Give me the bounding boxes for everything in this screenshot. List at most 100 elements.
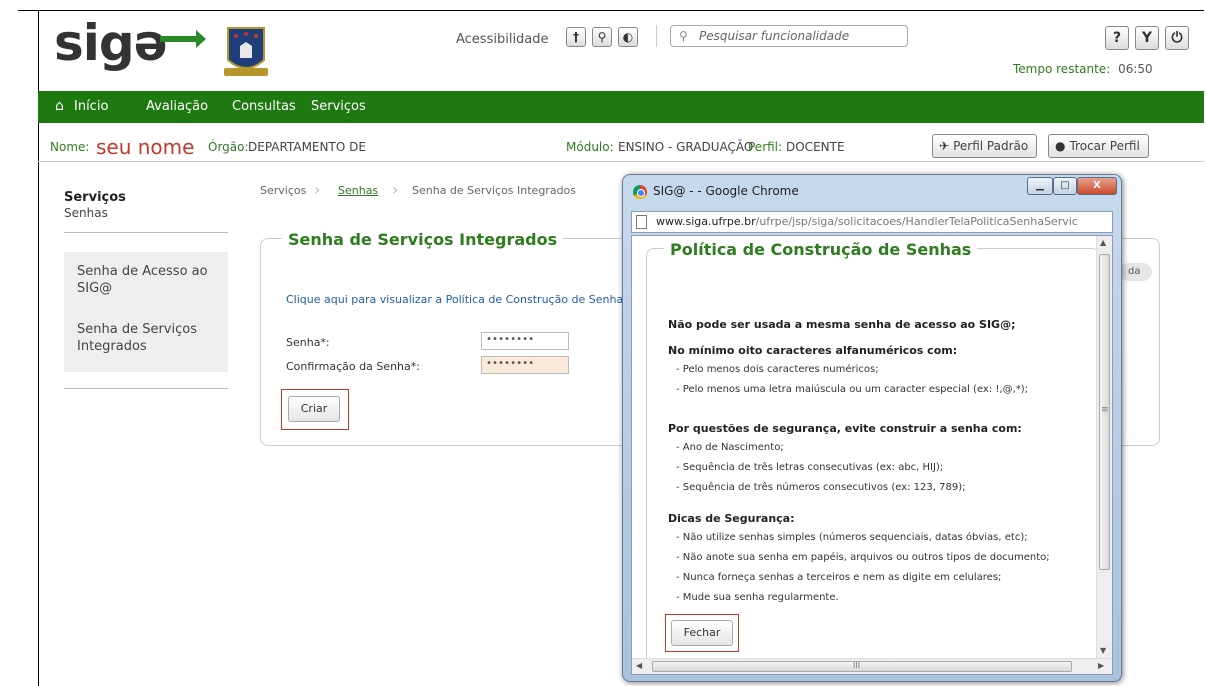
nav-item-consultas[interactable]: Consultas [232, 99, 296, 114]
page-icon [636, 215, 647, 229]
popup-window-title: SIG@ - - Google Chrome [653, 184, 799, 198]
nav-item-inicio[interactable]: Início [74, 99, 108, 114]
policy-panel [646, 248, 1100, 668]
session-timer-label: Tempo restante: [1013, 62, 1111, 76]
sidebar-menu: Senha de Acesso ao SIG@ Senha de Serviço… [64, 252, 228, 372]
accessibility-zoom-icon[interactable]: ⚲ [592, 27, 612, 47]
sidebar-subtitle: Senhas [64, 206, 108, 220]
url-host: www.siga.ufrpe.br [656, 215, 756, 228]
breadcrumb-current: Senha de Serviços Integrados [412, 184, 577, 197]
switch-profile-button[interactable]: ● Trocar Perfil [1048, 134, 1149, 158]
module-value: ENSINO - GRADUAÇÃO [618, 140, 754, 154]
tools-icon[interactable]: Y [1135, 26, 1159, 50]
scroll-left-icon[interactable]: ◀ [636, 661, 642, 670]
sidebar-item-label: Integrados [77, 339, 147, 354]
list-item: - Nunca forneça senhas a terceiros e nem… [676, 572, 1002, 583]
logo-arrow-icon [160, 30, 206, 48]
policy-popup-window: SIG@ - - Google Chrome ▁ □ X www.siga.uf… [622, 174, 1122, 682]
user-name: seu nome [96, 135, 195, 159]
minimize-button[interactable]: ▁ [1027, 177, 1053, 195]
create-button[interactable]: Criar [288, 396, 340, 422]
default-profile-button[interactable]: ✈ Perfil Padrão [932, 134, 1038, 158]
close-button[interactable]: Fechar [671, 620, 733, 646]
vertical-scrollbar[interactable]: ▲ ≡ ▼ [1096, 236, 1112, 660]
header-separator [656, 25, 657, 47]
list-item: - Não utilize senhas simples (números se… [676, 532, 1028, 543]
sidebar-item-label: Senha de Acesso ao [77, 264, 208, 279]
pin-icon: ✈ [939, 139, 950, 153]
nav-item-servicos[interactable]: Serviços [311, 99, 366, 114]
home-icon[interactable]: ⌂ [55, 98, 64, 114]
accessibility-person-icon[interactable]: † [566, 27, 586, 47]
scroll-up-icon[interactable]: ▲ [1100, 238, 1106, 247]
breadcrumb-senhas[interactable]: Senhas [338, 184, 378, 197]
user-icon: ● [1055, 139, 1066, 153]
default-profile-label: Perfil Padrão [953, 139, 1029, 153]
list-item: - Ano de Nascimento; [676, 442, 784, 453]
status-badge: da [1120, 263, 1152, 281]
list-item: - Mude sua senha regularmente. [676, 592, 839, 603]
address-bar[interactable]: www.siga.ufrpe.br/ufrpe/jsp/siga/solicit… [631, 211, 1113, 233]
popup-content: Política de Construção de Senhas Não pod… [631, 235, 1113, 675]
scrollbar-thumb[interactable]: ≡ [1099, 254, 1110, 570]
module-label: Módulo: [566, 140, 614, 154]
horizontal-scrollbar[interactable]: ◀ III ▶ [632, 658, 1112, 674]
policy-title: Política de Construção de Senhas [664, 240, 978, 259]
confirm-password-field[interactable]: •••••••• [481, 356, 569, 374]
switch-profile-label: Trocar Perfil [1069, 139, 1140, 153]
university-crest-icon [224, 27, 268, 76]
scrollbar-thumb[interactable]: III [652, 661, 1072, 672]
accessibility-contrast-icon[interactable]: ◐ [618, 27, 638, 47]
tips-title: Dicas de Segurança: [668, 512, 795, 525]
sidebar-item-label: Senha de Serviços [77, 322, 197, 337]
sidebar-item-senha-acesso[interactable]: Senha de Acesso ao SIG@ [77, 263, 217, 297]
session-timer-value: 06:50 [1118, 62, 1153, 76]
scroll-right-icon[interactable]: ▶ [1098, 661, 1104, 670]
sidebar-item-senha-servicos[interactable]: Senha de Serviços Integrados [77, 321, 217, 355]
password-label: Senha*: [286, 336, 330, 349]
sidebar-divider [64, 388, 228, 389]
url-text: www.siga.ufrpe.br/ufrpe/jsp/siga/solicit… [656, 215, 1078, 228]
breadcrumb-chevron-icon: › [392, 180, 399, 199]
sidebar-item-label: SIG@ [77, 281, 113, 296]
profile-value: DOCENTE [786, 140, 845, 154]
nav-item-avaliacao[interactable]: Avaliação [146, 99, 208, 114]
url-path: /ufrpe/jsp/siga/solicitacoes/HandlerTela… [755, 215, 1078, 228]
accessibility-label: Acessibilidade [456, 32, 549, 47]
power-icon[interactable]: ⏻ [1165, 26, 1189, 50]
policy-rule: Por questões de segurança, evite constru… [668, 422, 1022, 435]
create-button-highlight: Criar [281, 389, 349, 430]
list-item: - Pelo menos uma letra maiúscula ou um c… [676, 384, 1029, 395]
breadcrumb-servicos[interactable]: Serviços [260, 184, 306, 197]
password-field[interactable]: •••••••• [481, 332, 569, 350]
siga-logo[interactable]: sigə [54, 14, 168, 72]
org-label: Órgão: [208, 140, 249, 154]
name-label: Nome: [50, 140, 90, 154]
policy-rule: No mínimo oito caracteres alfanuméricos … [668, 344, 958, 357]
org-value: DEPARTAMENTO DE [248, 140, 366, 154]
chrome-icon [633, 185, 647, 199]
sidebar-divider [64, 232, 228, 233]
search-box[interactable]: ⚲ [670, 25, 908, 47]
page-title: Senha de Serviços Integrados [282, 230, 564, 249]
search-icon: ⚲ [679, 29, 688, 43]
list-item: - Pelo menos dois caracteres numéricos; [676, 364, 879, 375]
confirm-password-label: Confirmação da Senha*: [286, 360, 420, 373]
user-info-bar: Nome: seu nome Órgão: DEPARTAMENTO DE Mó… [38, 134, 1204, 162]
list-item: - Não anote sua senha em papéis, arquivo… [676, 552, 1050, 563]
search-input[interactable] [699, 28, 899, 44]
sidebar-title: Serviços [64, 190, 126, 205]
session-timer: Tempo restante: 06:50 [1013, 62, 1153, 76]
close-button-highlight: Fechar [665, 614, 739, 652]
close-window-button[interactable]: X [1077, 177, 1117, 195]
scroll-grip-icon: III [853, 661, 861, 670]
breadcrumb-chevron-icon: › [314, 180, 321, 199]
list-item: - Sequência de três números consecutivos… [676, 482, 966, 493]
policy-link[interactable]: Clique aqui para visualizar a Política d… [286, 293, 629, 306]
help-icon[interactable]: ? [1105, 26, 1129, 50]
policy-rule: Não pode ser usada a mesma senha de aces… [668, 318, 1016, 331]
maximize-button[interactable]: □ [1053, 177, 1077, 195]
profile-label: Perfil: [748, 140, 783, 154]
scroll-grip-icon: ≡ [1101, 405, 1109, 415]
scroll-down-icon[interactable]: ▼ [1100, 646, 1106, 655]
